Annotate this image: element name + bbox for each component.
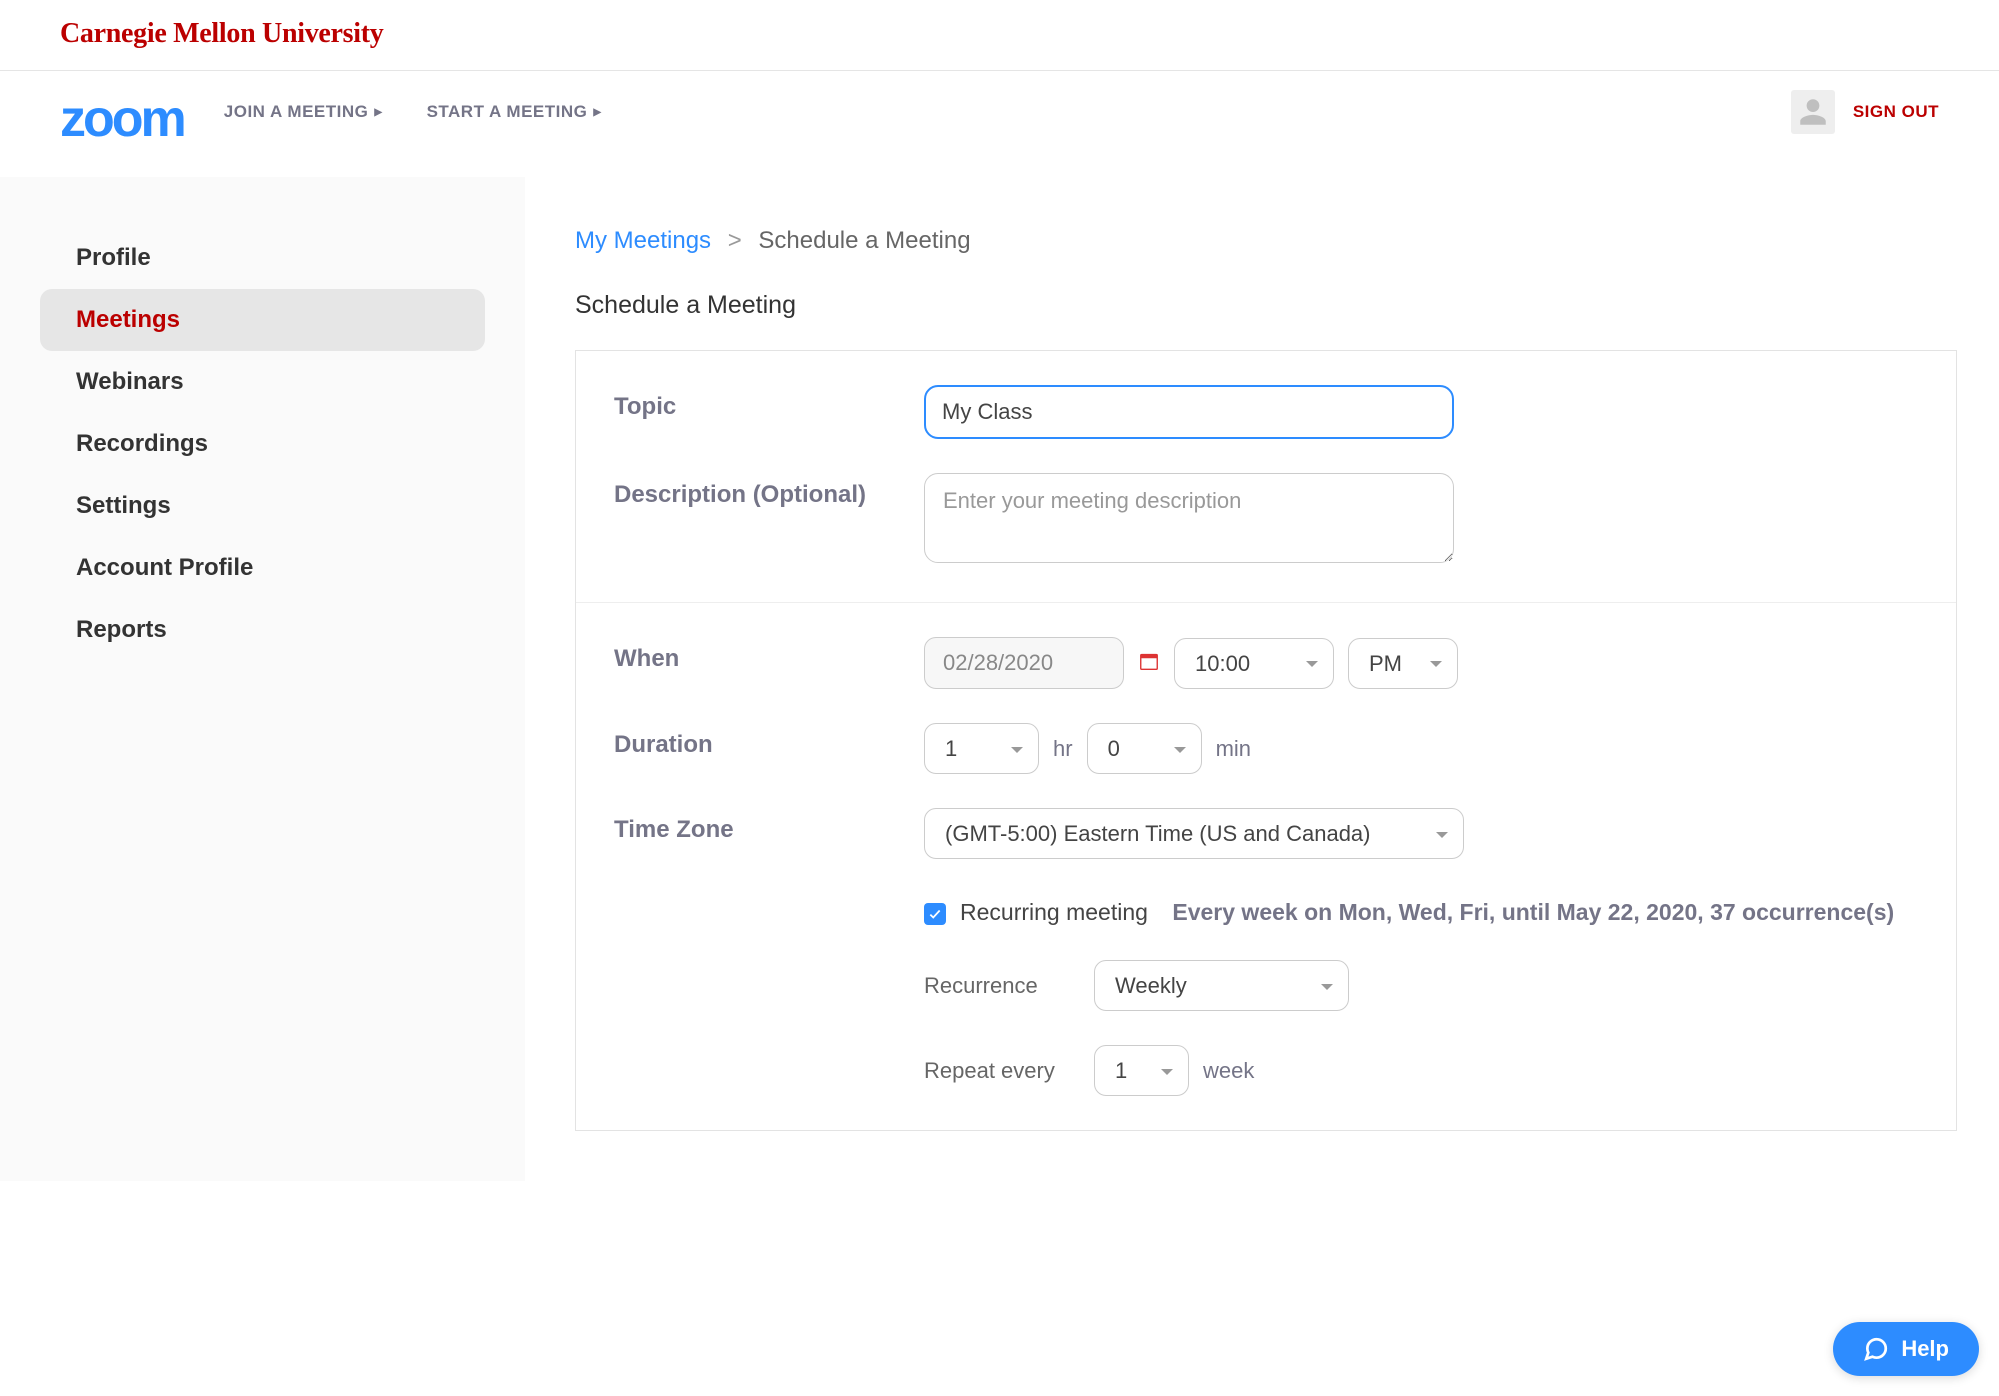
breadcrumb-current: Schedule a Meeting [758, 227, 970, 254]
form-row-when: When [614, 637, 1918, 689]
main-layout: Profile Meetings Webinars Recordings Set… [0, 177, 1999, 1181]
recurrence-label: Recurrence [924, 973, 1094, 999]
help-button[interactable]: Help [1833, 1322, 1979, 1376]
cmu-logo: Carnegie Mellon University [60, 18, 1939, 50]
sidebar-item-profile[interactable]: Profile [40, 227, 485, 289]
repeat-unit: week [1203, 1058, 1254, 1084]
form-row-timezone: Time Zone (GMT-5:00) Eastern Time (US an… [614, 808, 1918, 1096]
sign-out-link[interactable]: SIGN OUT [1853, 102, 1939, 122]
calendar-icon[interactable] [1138, 650, 1160, 677]
triangle-right-icon: ▶ [374, 107, 382, 118]
triangle-right-icon: ▶ [593, 107, 601, 118]
sidebar-item-reports[interactable]: Reports [40, 599, 485, 661]
topic-input[interactable] [924, 385, 1454, 439]
chat-bubble-icon [1863, 1336, 1889, 1362]
repeat-label: Repeat every [924, 1058, 1094, 1084]
breadcrumb: My Meetings > Schedule a Meeting [575, 227, 1957, 255]
duration-minutes-select[interactable]: 0 [1087, 723, 1202, 774]
timezone-label: Time Zone [614, 808, 924, 1096]
form-row-duration: Duration 1 hr 0 [614, 723, 1918, 774]
join-meeting-label: JOIN A MEETING [224, 102, 369, 122]
duration-hours-select[interactable]: 1 [924, 723, 1039, 774]
ampm-select[interactable]: PM [1348, 638, 1458, 689]
header-right: SIGN OUT [1791, 90, 1939, 134]
minutes-unit: min [1216, 736, 1251, 762]
sidebar-item-recordings[interactable]: Recordings [40, 413, 485, 475]
recurring-checkbox-row: Recurring meeting Every week on Mon, Wed… [924, 899, 1918, 926]
form-section: Topic Description (Optional) When [575, 350, 1957, 1131]
breadcrumb-parent[interactable]: My Meetings [575, 227, 711, 254]
form-row-topic: Topic [614, 385, 1918, 439]
sidebar-item-webinars[interactable]: Webinars [40, 351, 485, 413]
timezone-select[interactable]: (GMT-5:00) Eastern Time (US and Canada) [924, 808, 1464, 859]
avatar-icon[interactable] [1791, 90, 1835, 134]
hours-unit: hr [1053, 736, 1073, 762]
description-label: Description (Optional) [614, 473, 924, 568]
join-meeting-link[interactable]: JOIN A MEETING ▶ [224, 102, 383, 122]
university-banner: Carnegie Mellon University [0, 0, 1999, 71]
sidebar: Profile Meetings Webinars Recordings Set… [0, 177, 525, 1181]
form-row-recurrence: Recurrence Weekly [924, 960, 1918, 1011]
header: zoom JOIN A MEETING ▶ START A MEETING ▶ … [0, 71, 1999, 177]
recurrence-select[interactable]: Weekly [1094, 960, 1349, 1011]
recurring-label: Recurring meeting [960, 899, 1148, 925]
recurring-checkbox[interactable] [924, 903, 946, 925]
start-meeting-label: START A MEETING [427, 102, 588, 122]
start-meeting-link[interactable]: START A MEETING ▶ [427, 102, 602, 122]
form-row-repeat: Repeat every 1 week [924, 1045, 1918, 1096]
content: My Meetings > Schedule a Meeting Schedul… [525, 177, 1999, 1181]
duration-label: Duration [614, 723, 924, 774]
repeat-select[interactable]: 1 [1094, 1045, 1189, 1096]
breadcrumb-separator: > [728, 227, 742, 254]
sidebar-item-settings[interactable]: Settings [40, 475, 485, 537]
zoom-logo[interactable]: zoom [60, 89, 184, 149]
sidebar-item-account-profile[interactable]: Account Profile [40, 537, 485, 599]
recurring-summary: Every week on Mon, Wed, Fri, until May 2… [1172, 899, 1894, 925]
form-row-description: Description (Optional) [614, 473, 1918, 568]
date-input[interactable] [924, 637, 1124, 689]
time-select[interactable]: 10:00 [1174, 638, 1334, 689]
sidebar-item-meetings[interactable]: Meetings [40, 289, 485, 351]
when-label: When [614, 637, 924, 689]
nav-links: JOIN A MEETING ▶ START A MEETING ▶ [224, 102, 602, 122]
topic-label: Topic [614, 385, 924, 439]
help-label: Help [1901, 1336, 1949, 1362]
page-title: Schedule a Meeting [575, 291, 1957, 320]
description-textarea[interactable] [924, 473, 1454, 563]
